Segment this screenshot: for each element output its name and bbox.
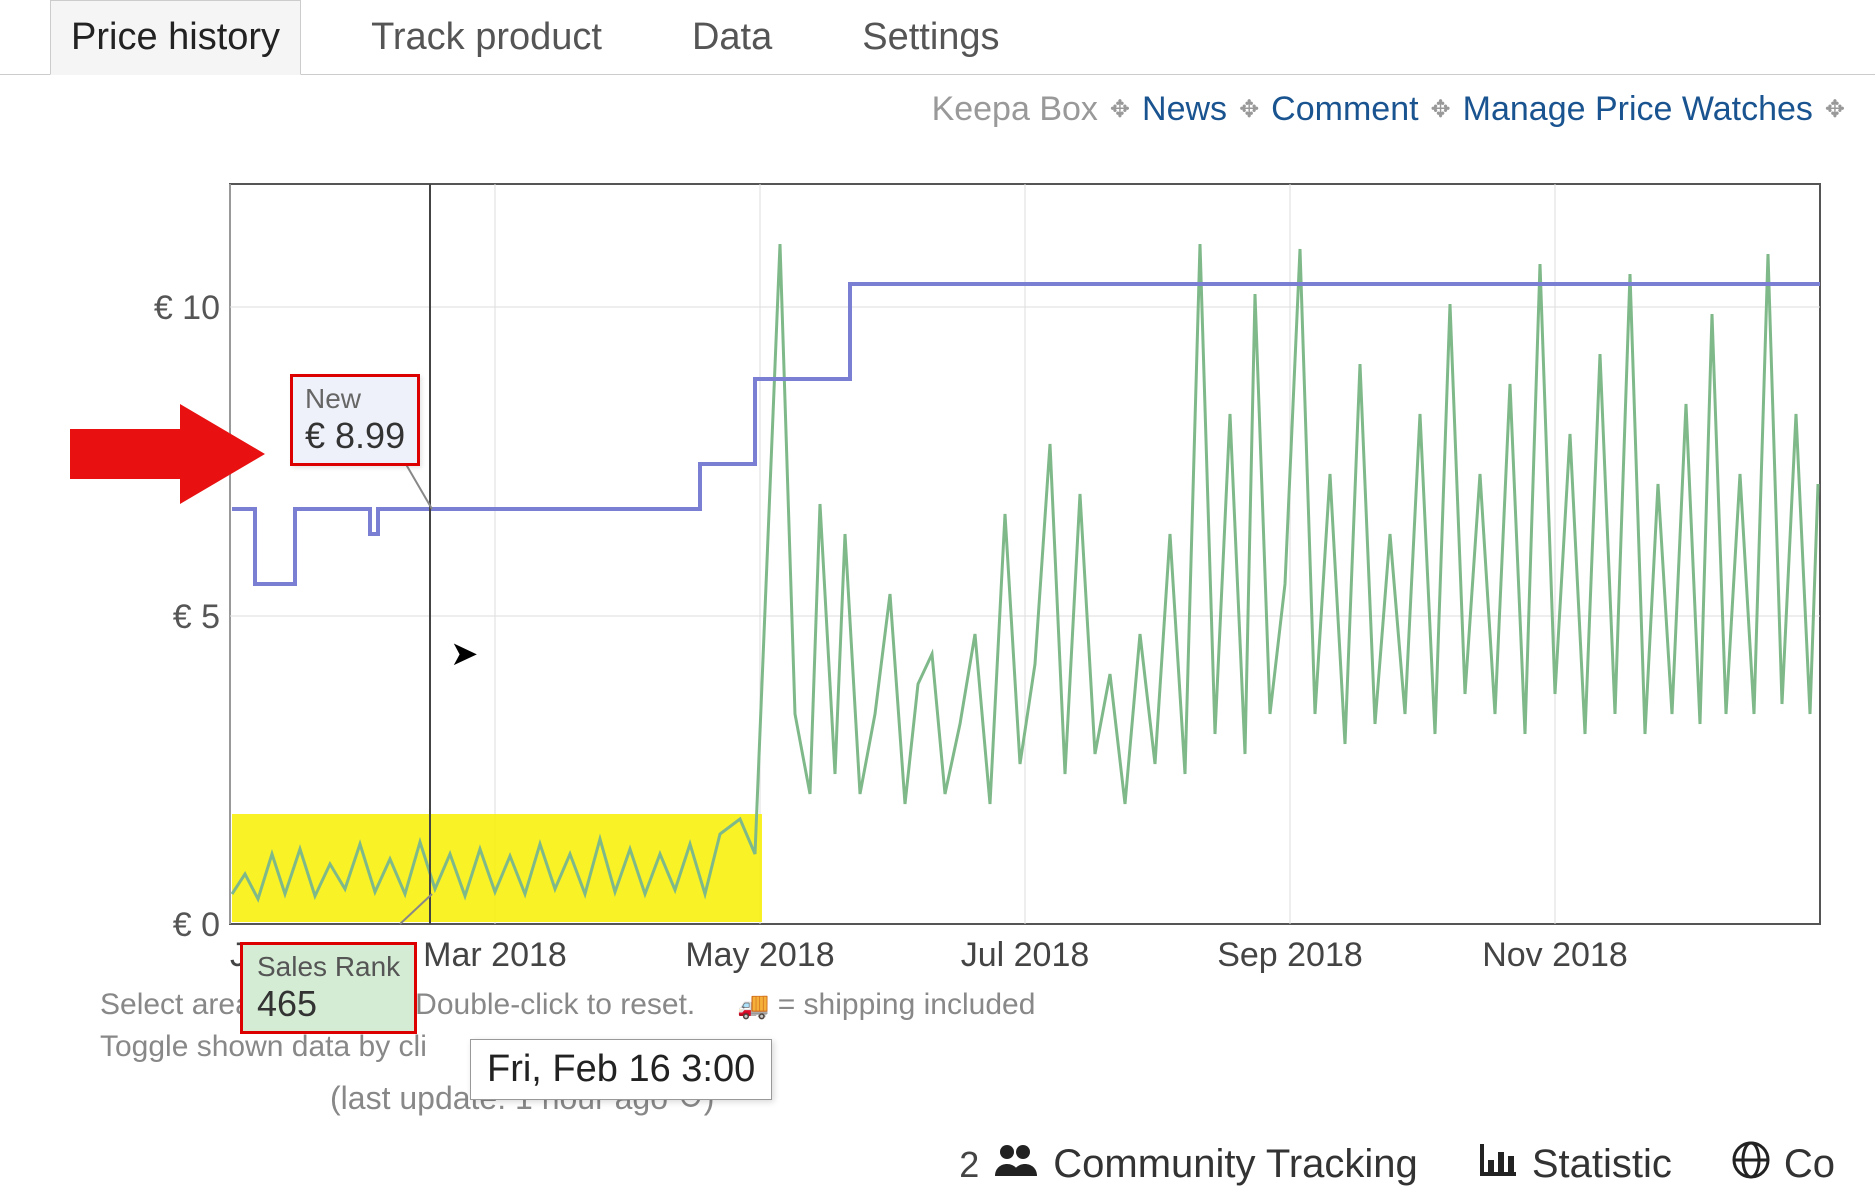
tab-track-product[interactable]: Track product: [351, 1, 622, 74]
y-tick: € 10: [154, 289, 220, 327]
separator-icon: ✥: [1110, 95, 1130, 124]
statistic-label: Statistic: [1532, 1142, 1672, 1187]
bar-chart-icon: [1478, 1142, 1518, 1188]
tab-bar: Price history Track product Data Setting…: [0, 0, 1875, 75]
community-tracking-button[interactable]: 2 Community Tracking: [959, 1142, 1418, 1188]
cursor-icon: ➤: [450, 634, 479, 674]
toggle-hint: Toggle shown data by cli: [100, 1030, 427, 1063]
tab-label: Track product: [371, 16, 602, 58]
globe-label: Co: [1784, 1142, 1835, 1187]
keepa-box-label: Keepa Box: [932, 90, 1098, 129]
tab-label: Price history: [71, 16, 280, 58]
header-link-row: Keepa Box ✥ News ✥ Comment ✥ Manage Pric…: [0, 75, 1875, 144]
shipping-legend: = shipping included: [778, 988, 1036, 1021]
truck-icon: 🚚: [737, 990, 769, 1020]
link-label: Manage Price Watches: [1463, 90, 1813, 128]
separator-icon: ✥: [1239, 95, 1259, 124]
tooltip-sales-rank: Sales Rank 465: [240, 942, 417, 1034]
bottom-action-row: 2 Community Tracking Statistic Co: [0, 1121, 1875, 1189]
tooltip-value: € 8.99: [305, 415, 405, 457]
tooltip-label: New: [305, 383, 405, 415]
link-label: Comment: [1271, 90, 1418, 128]
tab-label: Data: [692, 16, 772, 58]
separator-icon: ✥: [1431, 95, 1451, 124]
community-label: Community Tracking: [1053, 1142, 1418, 1187]
tooltip-ts-text: Fri, Feb 16 3:00: [487, 1048, 755, 1090]
x-tick: Mar 2018: [423, 936, 567, 974]
tab-data[interactable]: Data: [672, 1, 792, 74]
tooltip-new-price: New € 8.99: [290, 374, 420, 466]
globe-button[interactable]: Co: [1732, 1141, 1835, 1189]
users-icon: [993, 1142, 1039, 1188]
tooltip-timestamp: Fri, Feb 16 3:00: [470, 1039, 772, 1100]
community-count: 2: [959, 1144, 979, 1186]
y-tick: € 5: [173, 598, 220, 636]
tab-price-history[interactable]: Price history: [50, 0, 301, 75]
manage-watches-link[interactable]: Manage Price Watches: [1463, 90, 1813, 129]
news-link[interactable]: News: [1142, 90, 1227, 129]
x-tick: May 2018: [685, 936, 834, 974]
tab-label: Settings: [862, 16, 999, 58]
x-tick: Nov 2018: [1482, 936, 1628, 974]
globe-icon: [1732, 1141, 1770, 1189]
tab-settings[interactable]: Settings: [842, 1, 1019, 74]
link-label: News: [1142, 90, 1227, 128]
comment-link[interactable]: Comment: [1271, 90, 1418, 129]
red-arrow-icon: [70, 399, 270, 519]
price-history-chart[interactable]: € 10 € 5 € 0 Jan 2018 Mar 2018 May 2018 …: [100, 154, 1845, 974]
x-tick: Jul 2018: [961, 936, 1090, 974]
chart-canvas[interactable]: € 10 € 5 € 0 Jan 2018 Mar 2018 May 2018 …: [100, 154, 1840, 974]
tooltip-label: Sales Rank: [257, 951, 400, 983]
tooltip-value: 465: [257, 983, 400, 1025]
y-tick: € 0: [173, 906, 220, 944]
separator-icon: ✥: [1825, 95, 1845, 124]
x-tick: Sep 2018: [1217, 936, 1363, 974]
statistic-button[interactable]: Statistic: [1478, 1142, 1672, 1188]
